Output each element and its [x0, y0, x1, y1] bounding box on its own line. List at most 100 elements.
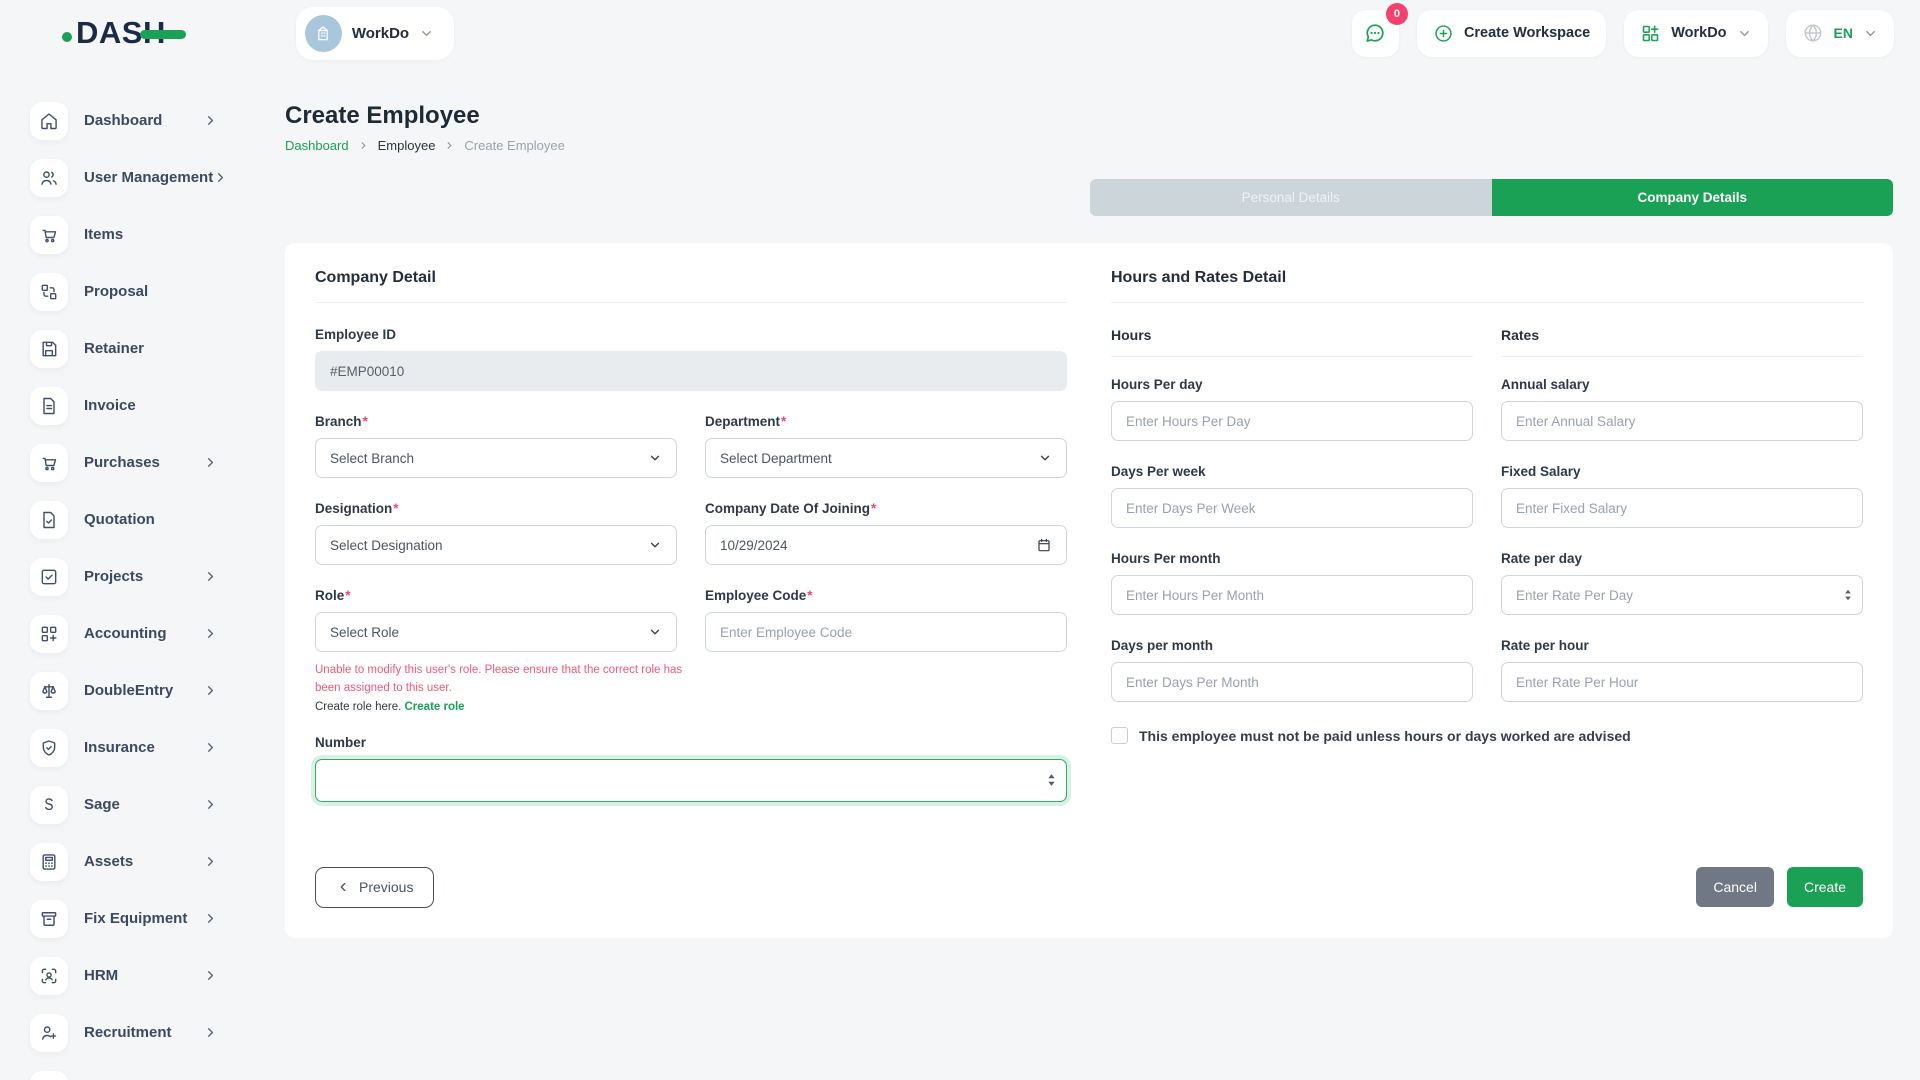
sidebar-item-job-search[interactable]: Job Search	[0, 1061, 240, 1080]
hours-hours-per-day-field[interactable]	[1111, 401, 1473, 441]
number-stepper-icon[interactable]	[1844, 589, 1852, 601]
sidebar-item-dashboard[interactable]: Dashboard	[0, 92, 240, 149]
workspace-label: WorkDo	[352, 25, 409, 42]
sidebar-item-items[interactable]: Items	[0, 206, 240, 263]
sidebar-item-doubleentry[interactable]: DoubleEntry	[0, 662, 240, 719]
designation-select[interactable]: Select Designation	[315, 525, 677, 565]
home-icon	[30, 102, 68, 140]
number-field[interactable]	[315, 759, 1067, 802]
page-title: Create Employee	[285, 102, 1893, 130]
rates-annual-salary-field[interactable]	[1501, 401, 1863, 441]
role-helper-text: Create role here.	[315, 701, 401, 713]
plus-circle-icon	[1433, 23, 1454, 44]
breadcrumb-employee[interactable]: Employee	[378, 138, 436, 153]
role-select[interactable]: Select Role	[315, 612, 677, 652]
rates-rate-per-day-field[interactable]	[1501, 575, 1863, 615]
breadcrumb: Dashboard Employee Create Employee	[285, 138, 1893, 153]
required-asterisk: *	[781, 414, 786, 429]
hours-hours-per-month-label: Hours Per month	[1111, 551, 1221, 566]
box-icon	[30, 900, 68, 938]
company-detail-section: Company Detail Employee ID Branch* Selec…	[315, 269, 1067, 825]
sidebar-item-recruitment[interactable]: Recruitment	[0, 1004, 240, 1061]
sidebar-item-assets[interactable]: Assets	[0, 833, 240, 890]
chevron-down-icon	[648, 538, 662, 552]
sidebar-item-invoice[interactable]: Invoice	[0, 377, 240, 434]
role-label: Role	[315, 588, 344, 603]
file-search-icon	[30, 1071, 68, 1080]
chevron-right-icon	[203, 1025, 218, 1040]
sidebar-item-proposal[interactable]: Proposal	[0, 263, 240, 320]
chevron-right-icon	[203, 740, 218, 755]
sidebar-item-accounting[interactable]: Accounting	[0, 605, 240, 662]
unpaid-unless-advised-checkbox[interactable]	[1111, 727, 1128, 744]
sidebar-item-retainer[interactable]: Retainer	[0, 320, 240, 377]
users-icon	[30, 159, 68, 197]
chevron-right-icon	[203, 569, 218, 584]
number-label: Number	[315, 735, 366, 750]
department-select[interactable]: Select Department	[705, 438, 1067, 478]
required-asterisk: *	[363, 414, 368, 429]
workdo-menu[interactable]: WorkDo	[1624, 10, 1767, 57]
rates-annual-salary-label: Annual salary	[1501, 377, 1590, 392]
sidebar-item-quotation[interactable]: Quotation	[0, 491, 240, 548]
sidebar-item-fix-equipment[interactable]: Fix Equipment	[0, 890, 240, 947]
sidebar-item-sage[interactable]: Sage	[0, 776, 240, 833]
workspace-selector[interactable]: WorkDo	[296, 7, 454, 60]
sidebar-item-label: Recruitment	[84, 1024, 172, 1041]
employee-code-field[interactable]	[705, 612, 1067, 652]
chevron-right-icon	[203, 626, 218, 641]
sidebar-item-label: User Management	[84, 169, 213, 186]
sidebar-item-label: Quotation	[84, 511, 155, 528]
hours-hours-per-month-field[interactable]	[1111, 575, 1473, 615]
save-icon	[30, 330, 68, 368]
sidebar-item-hrm[interactable]: HRM	[0, 947, 240, 1004]
previous-button[interactable]: Previous	[315, 867, 434, 908]
chevron-left-icon	[336, 880, 350, 894]
cart-icon	[30, 444, 68, 482]
sidebar-item-projects[interactable]: Projects	[0, 548, 240, 605]
file-lines-icon	[30, 387, 68, 425]
hours-column: Hours Hours Per day Days Per week Hours …	[1111, 327, 1473, 725]
hours-days-per-week-field[interactable]	[1111, 488, 1473, 528]
required-asterisk: *	[807, 588, 812, 603]
sidebar-item-insurance[interactable]: Insurance	[0, 719, 240, 776]
messages-button[interactable]: 0	[1352, 10, 1399, 57]
employee-id-label: Employee ID	[315, 327, 396, 342]
sidebar-item-label: HRM	[84, 967, 118, 984]
tab-company-details[interactable]: Company Details	[1492, 179, 1894, 216]
chevron-right-icon	[358, 140, 369, 151]
workspace-avatar	[305, 15, 342, 52]
scales-icon	[30, 672, 68, 710]
rates-fixed-salary-field[interactable]	[1501, 488, 1863, 528]
create-role-link[interactable]: Create role	[405, 701, 465, 713]
create-workspace-button[interactable]: Create Workspace	[1417, 10, 1606, 57]
chevron-down-icon	[648, 451, 662, 465]
chevron-down-icon	[1863, 26, 1878, 41]
rates-rate-per-hour-field[interactable]	[1501, 662, 1863, 702]
hours-days-per-month-field[interactable]	[1111, 662, 1473, 702]
dash-logo[interactable]: DASH	[62, 15, 186, 51]
number-stepper-icon[interactable]	[1047, 773, 1056, 787]
calendar-icon[interactable]	[1036, 537, 1052, 553]
chevron-right-icon	[203, 113, 218, 128]
joining-date-field[interactable]: 10/29/2024	[705, 525, 1067, 565]
language-selector[interactable]: EN	[1786, 10, 1894, 57]
sidebar-item-label: Retainer	[84, 340, 144, 357]
top-header: DASH WorkDo 0 Create Workspace WorkDo	[0, 0, 1920, 60]
chevron-right-icon	[203, 683, 218, 698]
chevron-right-icon	[203, 797, 218, 812]
sidebar-item-user-management[interactable]: User Management	[0, 149, 240, 206]
hours-days-per-month-label: Days per month	[1111, 638, 1213, 653]
sidebar-item-purchases[interactable]: Purchases	[0, 434, 240, 491]
cancel-button[interactable]: Cancel	[1696, 867, 1774, 907]
tab-personal-details[interactable]: Personal Details	[1090, 179, 1492, 216]
grid-plus-icon	[30, 615, 68, 653]
chevron-down-icon	[648, 625, 662, 639]
sidebar-item-label: Proposal	[84, 283, 148, 300]
sidebar-item-label: Invoice	[84, 397, 136, 414]
create-button[interactable]: Create	[1787, 867, 1863, 907]
branch-select[interactable]: Select Branch	[315, 438, 677, 478]
designation-label: Designation	[315, 501, 392, 516]
breadcrumb-dashboard[interactable]: Dashboard	[285, 138, 349, 153]
rates-rate-per-hour-label: Rate per hour	[1501, 638, 1589, 653]
